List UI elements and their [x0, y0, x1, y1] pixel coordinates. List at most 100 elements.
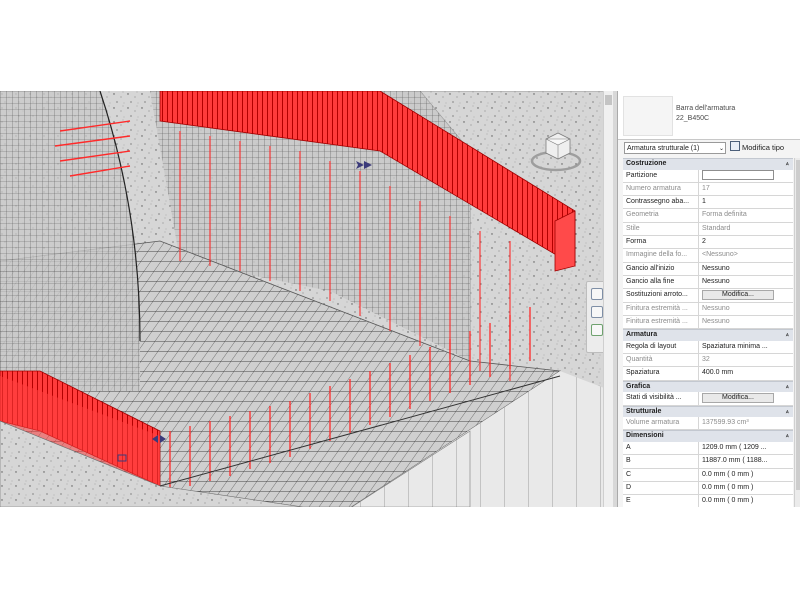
- collapse-icon[interactable]: ⩓: [786, 431, 789, 442]
- property-name: B: [623, 455, 699, 468]
- property-row: Gancio alla fine Nessuno: [623, 275, 793, 290]
- property-name: Quantità: [623, 354, 699, 367]
- property-row: Gancio all'inizio Nessuno: [623, 262, 793, 276]
- section-title: Dimensioni: [626, 432, 664, 440]
- property-name: Numero armatura: [623, 182, 699, 196]
- property-value[interactable]: 1: [699, 196, 793, 208]
- section-header[interactable]: Grafica ⩓: [623, 380, 793, 393]
- property-value-text: 32: [702, 356, 710, 364]
- property-value[interactable]: Nessuno: [699, 263, 793, 275]
- property-value: 32: [699, 354, 793, 366]
- property-value: 137599.93 cm³: [699, 417, 793, 429]
- property-value[interactable]: 1209.0 mm ( 1209 ...: [699, 442, 793, 454]
- property-value[interactable]: 0.0 mm ( 0 mm ): [699, 469, 793, 481]
- section-header[interactable]: Costruzione ⩓: [623, 158, 793, 170]
- section-header[interactable]: Dimensioni ⩓: [623, 430, 793, 443]
- property-value: 17: [699, 183, 793, 195]
- property-name: A: [623, 442, 699, 455]
- property-name: Immagine della fo...: [623, 249, 699, 262]
- property-name: Sostituzioni arroto...: [623, 289, 699, 302]
- property-name: Gancio all'inizio: [623, 262, 699, 275]
- property-value[interactable]: [699, 169, 793, 182]
- edit-button[interactable]: Modifica...: [702, 393, 774, 404]
- property-value-text: <Nessuno>: [702, 251, 738, 259]
- edit-type-button[interactable]: Modifica tipo: [730, 141, 800, 155]
- partition-input[interactable]: [702, 169, 774, 180]
- property-value[interactable]: Modifica...: [699, 289, 793, 301]
- property-value-text: 137599.93 cm³: [702, 419, 749, 427]
- property-value[interactable]: Spaziatura minima ...: [699, 341, 793, 353]
- property-value-text: Forma definita: [702, 211, 747, 219]
- property-value[interactable]: Modifica...: [699, 392, 793, 404]
- edit-type-icon: [730, 141, 740, 151]
- section-header[interactable]: Strutturale ⩓: [623, 405, 793, 418]
- properties-palette: Barra dell'armatura 22_B450C Armatura st…: [617, 91, 800, 507]
- collapse-icon[interactable]: ⩓: [786, 407, 789, 418]
- property-row: Stile Standard: [623, 222, 793, 237]
- property-row: B 11887.0 mm ( 1188...: [623, 455, 793, 469]
- property-value-text: 1209.0 mm ( 1209 ...: [702, 444, 767, 452]
- scrollbar-thumb[interactable]: [796, 160, 800, 490]
- properties-scrollbar[interactable]: [794, 158, 800, 507]
- collapse-icon[interactable]: ⩓: [786, 382, 789, 393]
- property-value-text: 2: [702, 238, 706, 246]
- property-value: Nessuno: [699, 316, 793, 328]
- property-value-text: 400.0 mm: [702, 369, 734, 377]
- property-value[interactable]: 2: [699, 236, 793, 248]
- property-value-text: 11887.0 mm ( 1188...: [702, 457, 768, 465]
- type-name: Barra dell'armatura: [676, 105, 736, 112]
- property-row: Finitura estremità ... Nessuno: [623, 315, 793, 330]
- property-value[interactable]: 0.0 mm ( 0 mm ): [699, 482, 793, 494]
- property-value-text: 1: [702, 198, 706, 206]
- instance-filter-dropdown[interactable]: Armatura strutturale (1) ⌄: [624, 142, 726, 154]
- property-value: Forma definita: [699, 209, 793, 221]
- property-name: Stile: [623, 222, 699, 236]
- property-value-text: Nessuno: [702, 317, 730, 325]
- instance-row: Armatura strutturale (1) ⌄ Modifica tipo: [618, 140, 800, 158]
- property-name: Finitura estremità ...: [623, 302, 699, 315]
- property-value[interactable]: Nessuno: [699, 276, 793, 288]
- property-name: D: [623, 481, 699, 495]
- pan-icon[interactable]: [591, 324, 603, 336]
- property-name: Stati di visibilità ...: [623, 392, 699, 405]
- property-name: Finitura estremità ...: [623, 315, 699, 329]
- property-name: Spaziatura: [623, 367, 699, 380]
- collapse-icon[interactable]: ⩓: [786, 330, 789, 341]
- property-row: Volume armatura 137599.93 cm³: [623, 417, 793, 431]
- property-value-text: 17: [702, 184, 710, 192]
- property-row: Quantità 32: [623, 354, 793, 368]
- revit-screenshot: Barra dell'armatura 22_B450C Armatura st…: [0, 91, 800, 507]
- property-value-text: 0.0 mm ( 0 mm ): [702, 497, 754, 505]
- scrollbar-thumb[interactable]: [605, 95, 612, 105]
- property-name: C: [623, 468, 699, 481]
- property-value: <Nessuno>: [699, 249, 793, 261]
- property-row: Partizione: [623, 169, 793, 183]
- property-row: Stati di visibilità ... Modifica...: [623, 392, 793, 406]
- zoom-icon[interactable]: [591, 306, 603, 318]
- 3d-viewport[interactable]: [0, 91, 612, 507]
- section-header[interactable]: Armatura ⩓: [623, 329, 793, 341]
- property-row: Sostituzioni arroto... Modifica...: [623, 289, 793, 303]
- property-row: Spaziatura 400.0 mm: [623, 367, 793, 381]
- property-value-text: Nessuno: [702, 264, 730, 272]
- collapse-icon[interactable]: ⩓: [786, 159, 789, 170]
- property-row: E 0.0 mm ( 0 mm ): [623, 495, 793, 507]
- properties-grid: Costruzione ⩓ Partizione Numero armatura 17 C…: [623, 158, 793, 507]
- property-row: Geometria Forma definita: [623, 209, 793, 223]
- edit-button[interactable]: Modifica...: [702, 290, 774, 301]
- viewcube-icon[interactable]: [528, 129, 584, 173]
- property-name: Regola di layout: [623, 340, 699, 354]
- viewport-scrollbar[interactable]: [603, 91, 613, 507]
- type-selector[interactable]: Barra dell'armatura 22_B450C: [618, 91, 800, 140]
- property-value[interactable]: 11887.0 mm ( 1188...: [699, 455, 793, 467]
- section-title: Grafica: [626, 382, 651, 390]
- property-value[interactable]: 0.0 mm ( 0 mm ): [699, 495, 793, 507]
- property-name: Partizione: [623, 169, 699, 182]
- property-value[interactable]: 400.0 mm: [699, 367, 793, 379]
- property-row: Immagine della fo... <Nessuno>: [623, 249, 793, 263]
- property-value-text: Spaziatura minima ...: [702, 342, 768, 350]
- steering-wheel-icon[interactable]: [591, 288, 603, 300]
- chevron-down-icon: ⌄: [718, 146, 724, 152]
- type-subtype: 22_B450C: [676, 115, 710, 122]
- type-preview-image: [623, 96, 673, 136]
